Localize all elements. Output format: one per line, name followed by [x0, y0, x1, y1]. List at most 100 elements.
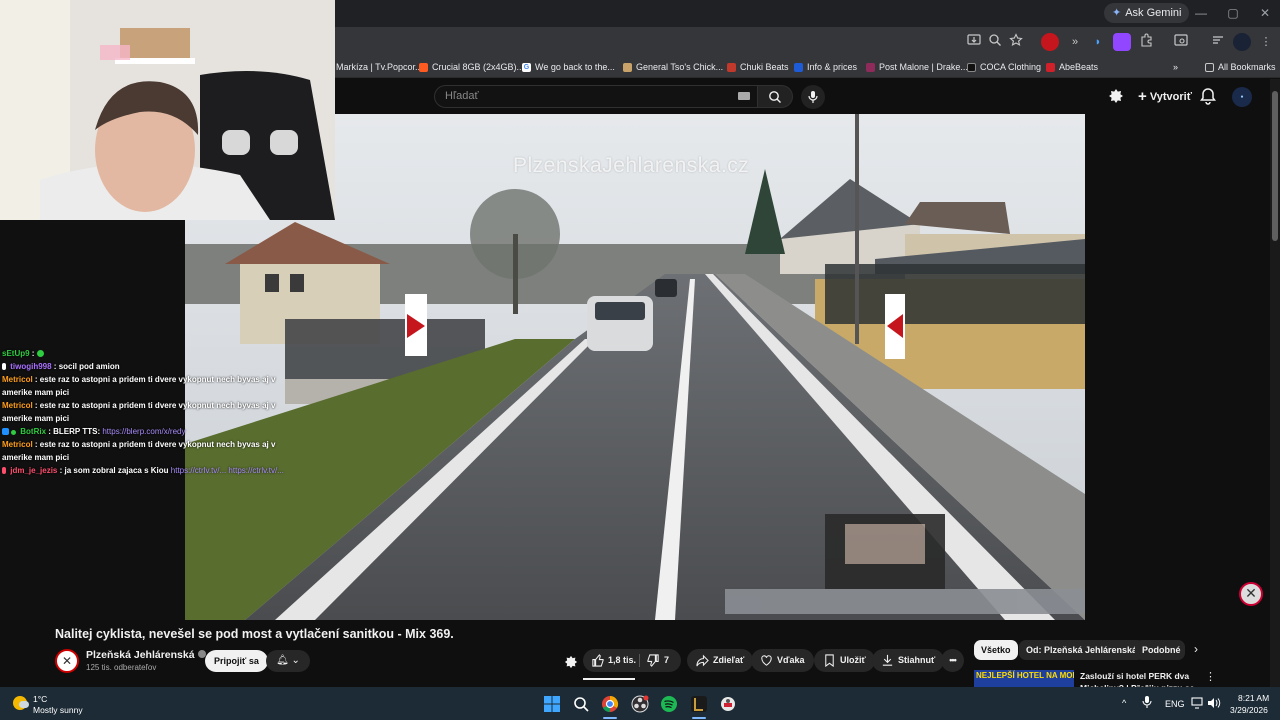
- bookmark-item[interactable]: G We go back to the...: [522, 60, 615, 74]
- ask-gemini-button[interactable]: ✦ Ask Gemini: [1104, 3, 1190, 23]
- chat-separator: :: [57, 466, 63, 475]
- extension-red-icon[interactable]: [1041, 33, 1059, 51]
- all-bookmarks-button[interactable]: All Bookmarks: [1205, 60, 1276, 74]
- more-bookmarks-button[interactable]: »: [1173, 60, 1178, 74]
- keyboard-icon[interactable]: [738, 92, 750, 100]
- chat-username[interactable]: sEtUp9: [2, 349, 30, 358]
- clock-time[interactable]: 8:21 AM: [1238, 693, 1269, 703]
- scrollbar-thumb[interactable]: [1272, 91, 1278, 241]
- game-app-icon[interactable]: [719, 695, 737, 713]
- menu-kebab-icon[interactable]: ⋮: [1257, 33, 1275, 51]
- recommended-title[interactable]: Zaslouží si hotel PERK dva Michelinv? | …: [1080, 670, 1195, 687]
- spotify-icon[interactable]: [660, 695, 678, 713]
- chat-username[interactable]: BotRix: [20, 427, 46, 436]
- weather-description[interactable]: Mostly sunny: [33, 705, 83, 715]
- chat-username[interactable]: tiwogih998: [10, 362, 51, 371]
- chat-message: Metricol : este raz to astopni a pridem …: [2, 373, 302, 399]
- chat-link[interactable]: https://blerp.com/x/redy: [102, 427, 185, 436]
- bookmark-item[interactable]: COCA Clothing: [967, 60, 1041, 74]
- recommended-thumbnail[interactable]: NEJLEPŠÍ HOTEL NA MORAVĚ: [974, 670, 1074, 687]
- coca-icon: [967, 62, 976, 72]
- obs-icon[interactable]: [631, 695, 649, 713]
- recipe-icon: [623, 62, 632, 72]
- dislike-button[interactable]: 7: [647, 649, 669, 672]
- overlay-close-button[interactable]: ✕: [1239, 582, 1263, 606]
- network-icon[interactable]: [1191, 697, 1205, 709]
- reading-list-icon[interactable]: [1209, 33, 1227, 51]
- bookmark-star-icon[interactable]: [1007, 33, 1025, 51]
- more-actions-button[interactable]: •••: [941, 649, 964, 672]
- thumbs-down-icon: [647, 654, 659, 667]
- create-button[interactable]: + Vytvoriť: [1130, 85, 1200, 108]
- video-title: Nalitej cyklista, nevešel se pod most a …: [55, 627, 454, 641]
- chip-from-channel[interactable]: Od: Plzeňská Jehlárenská: [1019, 640, 1145, 660]
- tray-mic-icon[interactable]: [1141, 695, 1153, 709]
- abebeats-icon: [1046, 62, 1055, 72]
- extension-arrows-icon[interactable]: »: [1066, 33, 1084, 51]
- download-button[interactable]: Stiahnuť: [872, 649, 945, 672]
- ai-summary-icon[interactable]: [564, 655, 578, 669]
- bookmark-item[interactable]: Crucial 8GB (2x4GB)...: [419, 60, 524, 74]
- search-input[interactable]: Hľadať: [434, 85, 758, 108]
- bookmark-item[interactable]: Info & prices: [794, 60, 857, 74]
- search-icon[interactable]: [572, 695, 590, 713]
- account-avatar[interactable]: ●: [1232, 87, 1252, 107]
- music-icon: [866, 62, 875, 72]
- search-button[interactable]: [757, 85, 793, 108]
- like-button[interactable]: 1,8 tis.: [591, 649, 636, 672]
- chat-username[interactable]: Metricol: [2, 440, 33, 449]
- video-info-section: Nalitej cyklista, nevešel se pod most a …: [0, 620, 1270, 687]
- thanks-button[interactable]: Vďaka: [751, 649, 814, 672]
- windows-start-icon[interactable]: [543, 695, 561, 713]
- chat-username[interactable]: Metricol: [2, 375, 33, 384]
- mic-icon: [808, 91, 818, 103]
- join-button[interactable]: Pripojiť sa: [205, 650, 268, 672]
- tray-overflow-icon[interactable]: ^: [1122, 698, 1126, 708]
- bookmark-item[interactable]: General Tso's Chick...: [623, 60, 723, 74]
- extensions-puzzle-icon[interactable]: [1138, 33, 1156, 51]
- bookmark-item[interactable]: AbeBeats: [1046, 60, 1098, 74]
- clock-date[interactable]: 3/29/2026: [1230, 705, 1268, 715]
- chip-similar[interactable]: Podobné: [1135, 640, 1185, 660]
- channel-name[interactable]: Plzeňská Jehlárenská: [86, 649, 206, 661]
- profile-avatar-icon[interactable]: [1233, 33, 1251, 51]
- channel-avatar[interactable]: ✕: [55, 649, 79, 673]
- save-label: Uložiť: [840, 655, 866, 665]
- chat-text: socil pod amion: [58, 362, 120, 371]
- notifications-bell-icon[interactable]: [1198, 86, 1218, 106]
- chip-all[interactable]: Všetko: [974, 640, 1018, 660]
- maximize-button[interactable]: ▢: [1218, 4, 1248, 22]
- close-window-button[interactable]: ✕: [1250, 4, 1280, 22]
- share-button[interactable]: Zdieľať: [687, 649, 754, 672]
- save-button[interactable]: Uložiť: [814, 649, 875, 672]
- extension-wave-icon[interactable]: ◗: [1089, 33, 1107, 51]
- voice-search-button[interactable]: [801, 85, 825, 109]
- recommended-more-icon[interactable]: ⋮: [1205, 670, 1216, 683]
- volume-icon[interactable]: [1207, 697, 1221, 709]
- bookmark-item[interactable]: Post Malone | Drake...: [866, 60, 968, 74]
- page-scrollbar[interactable]: [1270, 79, 1280, 687]
- bookmark-label: Crucial 8GB (2x4GB)...: [432, 62, 525, 72]
- chat-username[interactable]: jdm_je_jezis: [10, 466, 57, 475]
- chat-link[interactable]: https://ctrlv.tv/... https://ctrlv.tv/..…: [171, 466, 284, 475]
- subscription-bell-button[interactable]: 🔔︎ ⌄: [266, 650, 310, 672]
- zoom-icon[interactable]: [986, 33, 1004, 51]
- install-app-icon[interactable]: [965, 33, 983, 51]
- bookmark-item[interactable]: Markíza | Tv.Popcor...: [336, 60, 423, 74]
- league-active-indicator: [692, 717, 706, 719]
- cast-icon[interactable]: [1108, 88, 1124, 104]
- minimize-button[interactable]: —: [1186, 4, 1216, 22]
- chat-text: este raz to astopni a pridem ti dvere vy…: [2, 375, 276, 397]
- chrome-icon[interactable]: [601, 695, 619, 713]
- chevron-down-icon: ⌄: [291, 655, 300, 666]
- twitch-extension-icon[interactable]: [1113, 33, 1131, 51]
- chat-username[interactable]: Metricol: [2, 401, 33, 410]
- chip-next-arrow-icon[interactable]: ›: [1194, 642, 1198, 656]
- weather-temperature[interactable]: 1°C: [33, 694, 47, 704]
- tab-search-icon[interactable]: [1172, 33, 1190, 51]
- league-client-icon[interactable]: [690, 695, 708, 713]
- bookmark-item[interactable]: Chuki Beats: [727, 60, 789, 74]
- language-indicator[interactable]: ENG: [1165, 699, 1185, 709]
- chat-separator: :: [46, 427, 51, 436]
- chrome-active-indicator: [603, 717, 617, 719]
